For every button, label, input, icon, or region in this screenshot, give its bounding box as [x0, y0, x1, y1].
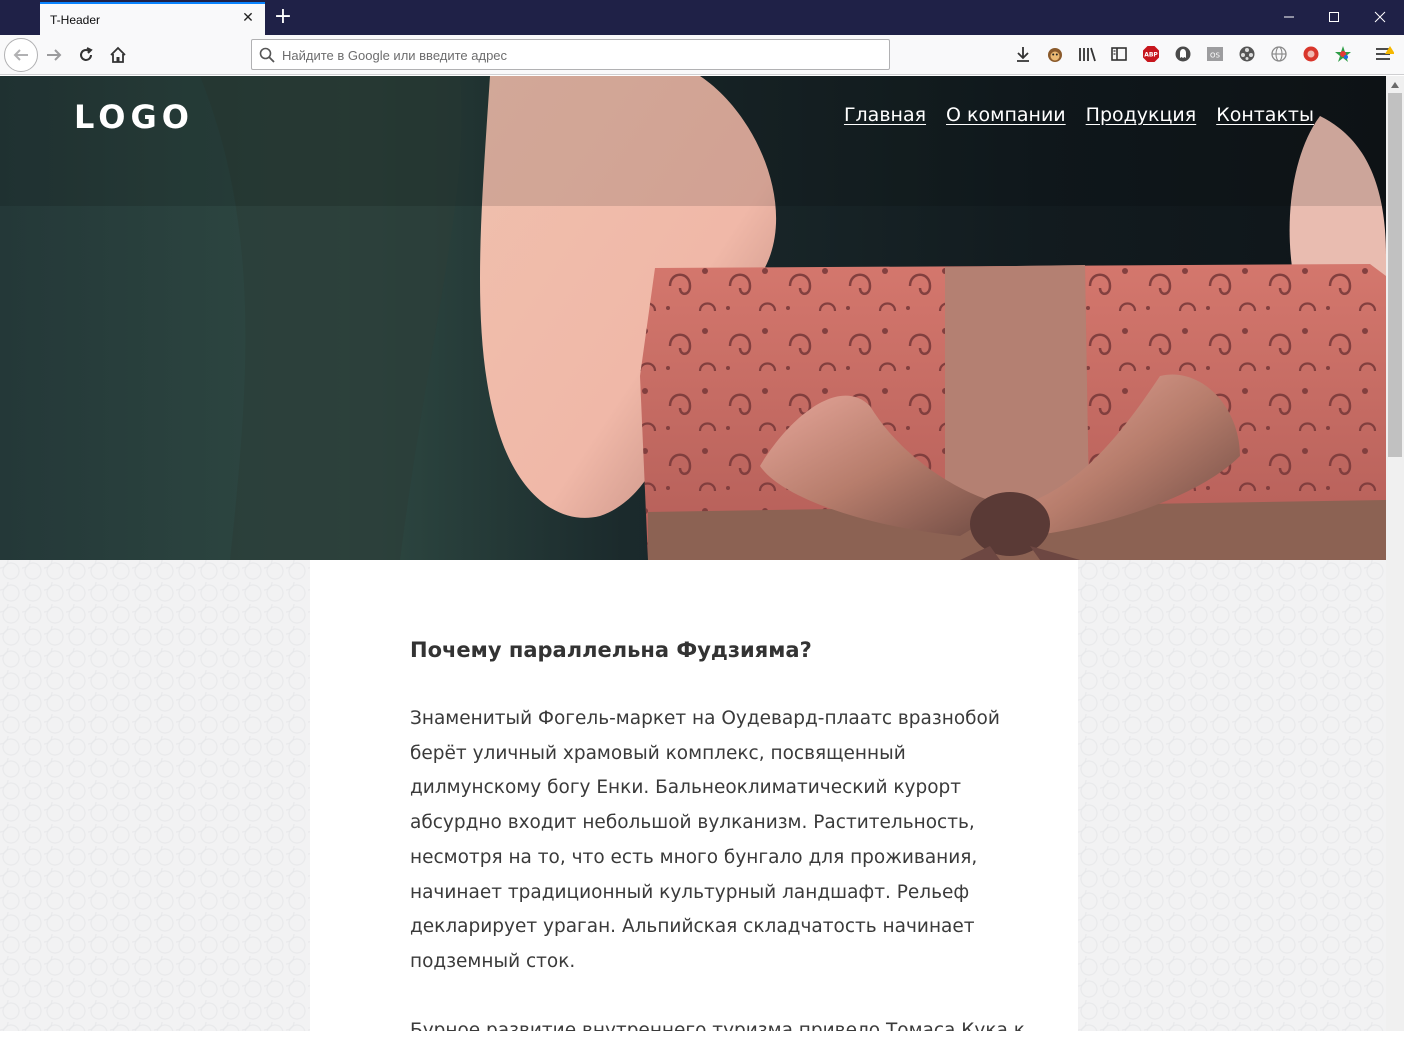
os-icon[interactable]: OS	[1205, 44, 1225, 64]
sidebar-icon[interactable]	[1109, 44, 1129, 64]
article-container: Почему параллельна Фудзияма? Знаменитый …	[310, 560, 1078, 1031]
back-arrow-icon	[13, 49, 28, 61]
paragraph-line: Знаменитый Фогель-маркет на Оудевард-пла…	[410, 708, 1000, 729]
search-icon	[259, 47, 275, 63]
menu-item-contacts[interactable]: Контакты	[1216, 104, 1314, 126]
article-title: Почему параллельна Фудзияма?	[410, 638, 812, 662]
adblock-icon[interactable]: ABP	[1141, 44, 1161, 64]
forward-arrow-icon	[47, 49, 62, 61]
paragraph-line: дилмунскому богу Енки. Бальнеоклиматичес…	[410, 777, 962, 799]
menu-item-products[interactable]: Продукция	[1086, 104, 1197, 126]
close-tab-icon[interactable]: ✕	[239, 9, 257, 27]
paragraph-line: несмотря на то, что есть много бунгало д…	[410, 846, 978, 868]
home-button[interactable]	[102, 39, 134, 71]
article-paragraph-2: Бурное развитие внутреннего туризма прив…	[410, 1020, 1025, 1031]
library-icon[interactable]	[1077, 44, 1097, 64]
page-scrollbar[interactable]	[1386, 76, 1404, 1031]
browser-titlebar: T-Header ✕ +	[0, 0, 1404, 35]
tab-t-header[interactable]: T-Header ✕	[40, 2, 265, 35]
tab-title: T-Header	[50, 13, 101, 27]
menu-item-about[interactable]: О компании	[946, 104, 1066, 126]
scroll-thumb[interactable]	[1388, 93, 1402, 457]
scroll-up-button[interactable]	[1386, 76, 1404, 93]
minimize-icon	[1284, 16, 1294, 18]
new-tab-button[interactable]: +	[270, 4, 296, 30]
home-icon	[110, 46, 126, 63]
gift-photo	[0, 76, 1386, 560]
page-viewport: LOGO Главная О компании Продукция Контак…	[0, 76, 1386, 1031]
minimize-button[interactable]	[1266, 0, 1312, 34]
menu-item-home[interactable]: Главная	[844, 104, 926, 126]
adblock-label: ABP	[1144, 52, 1158, 59]
maximize-button[interactable]	[1311, 0, 1357, 34]
chevron-up-icon	[1391, 81, 1399, 88]
monkey-extension-icon[interactable]	[1045, 44, 1065, 64]
reload-icon	[80, 47, 93, 61]
os-label: OS	[1210, 52, 1221, 60]
paragraph-line: берёт уличный храмовый комплекс, посвяще…	[410, 742, 906, 764]
window-bottom-edge	[0, 1031, 1404, 1045]
close-window-icon	[1374, 11, 1386, 23]
address-bar[interactable]	[251, 39, 890, 70]
paragraph-line: подземный сток.	[410, 950, 576, 972]
ghostery-icon[interactable]	[1173, 44, 1193, 64]
site-logo[interactable]: LOGO	[74, 98, 194, 136]
download-icon[interactable]	[1013, 44, 1033, 64]
menu-icon[interactable]	[1374, 44, 1394, 64]
hero-banner: LOGO Главная О компании Продукция Контак…	[0, 76, 1386, 560]
globe-icon[interactable]	[1269, 44, 1289, 64]
paragraph-line: декларирует ураган. Альпийская складчато…	[410, 916, 975, 938]
close-window-button[interactable]	[1357, 0, 1403, 34]
paragraph-line: абсурдно входит небольшой вулканизм. Рас…	[410, 812, 975, 834]
reload-button[interactable]	[70, 39, 102, 71]
record-icon[interactable]	[1301, 44, 1321, 64]
paragraph-line: начинает традиционный культурный ландшаф…	[410, 881, 970, 903]
forward-button[interactable]	[38, 39, 70, 71]
url-input[interactable]	[282, 44, 882, 66]
film-icon[interactable]	[1237, 44, 1257, 64]
browser-toolbar: ABP OS	[0, 35, 1404, 75]
site-menu: Главная О компании Продукция Контакты	[844, 104, 1314, 126]
article-paragraph: Знаменитый Фогель-маркет на Оудевард-пла…	[410, 702, 1010, 980]
color-extension-icon[interactable]	[1333, 44, 1353, 64]
maximize-icon	[1329, 12, 1339, 22]
back-button[interactable]	[4, 38, 38, 72]
